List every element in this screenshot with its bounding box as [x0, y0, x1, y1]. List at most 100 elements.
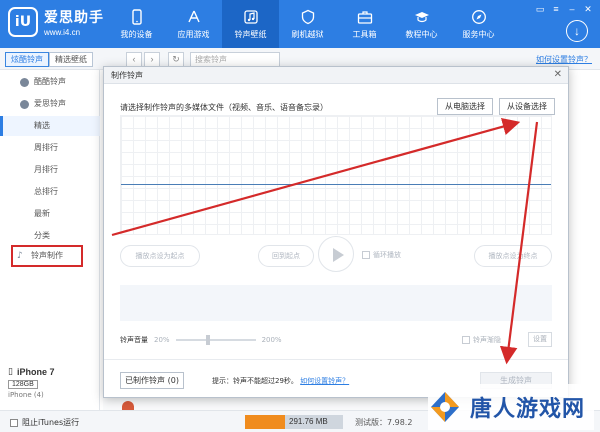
- clip-timeline[interactable]: [120, 285, 552, 321]
- nav-toolbox[interactable]: 工具箱: [336, 0, 393, 48]
- length-tip: 提示：铃声不能超过29秒。 如何设置铃声？: [212, 376, 349, 386]
- bell-icon: [20, 100, 29, 109]
- nav-label: 服务中心: [462, 29, 495, 39]
- sidebar-item-label: 月排行: [34, 165, 58, 174]
- sidebar-item-cool-ringtones[interactable]: 酷酷铃声: [0, 72, 100, 92]
- volume-slider[interactable]: [175, 335, 256, 345]
- compass-icon: [471, 9, 486, 24]
- nav-label: 应用游戏: [177, 29, 210, 39]
- sidebar-item-label: 总排行: [34, 187, 58, 196]
- sidebar-item-alltime[interactable]: 总排行: [0, 182, 100, 202]
- toolbox-icon: [357, 10, 372, 24]
- version-label: 测试版：7.98.2: [355, 418, 413, 427]
- howto-set-ringtone-link[interactable]: 如何设置铃声？: [536, 54, 592, 65]
- device-model: iPhone (4): [8, 391, 44, 399]
- device-panel[interactable]: ▯ iPhone 7 128GB iPhone (4): [8, 366, 100, 399]
- nav-label: 铃声壁纸: [234, 29, 267, 39]
- sidebar-item-ringtone-maker[interactable]: ♪ 铃声制作: [11, 245, 83, 267]
- refresh-icon[interactable]: ↻: [168, 52, 184, 67]
- volume-label: 铃声音量: [120, 336, 148, 344]
- tab-wallpapers[interactable]: 精选壁纸: [49, 52, 93, 67]
- sidebar-item-latest[interactable]: 最新: [0, 204, 100, 224]
- window-controls: ▭ ≡ – ✕: [534, 4, 594, 15]
- nav-service[interactable]: 服务中心: [450, 0, 507, 48]
- music-note-icon: ♪: [17, 251, 23, 261]
- storage-bar: 291.76 MB: [245, 415, 343, 429]
- watermark-logo-icon: [431, 392, 459, 422]
- volume-min: 20%: [154, 336, 170, 344]
- shield-icon: [301, 9, 314, 24]
- storage-free-label: 291.76 MB: [285, 415, 343, 429]
- volume-knob[interactable]: [205, 335, 210, 345]
- bell-icon: [20, 78, 29, 87]
- select-from-pc-button[interactable]: 从电脑选择: [437, 98, 493, 115]
- made-ringtones-button[interactable]: 已制作铃声 (0): [120, 372, 184, 389]
- loop-checkbox[interactable]: [362, 251, 370, 259]
- apps-icon: [187, 10, 200, 22]
- nav-label: 我的设备: [120, 29, 153, 39]
- howto-link[interactable]: 如何设置铃声？: [300, 377, 349, 385]
- logo-badge: iU: [8, 7, 38, 37]
- fade-settings-button[interactable]: 设置: [528, 332, 552, 347]
- loop-label: 循环播放: [373, 251, 401, 259]
- tip-text: 提示：铃声不能超过29秒。: [212, 377, 298, 385]
- volume-max: 200%: [261, 336, 282, 344]
- storage-used-fill: [245, 415, 285, 429]
- search-input[interactable]: 搜索铃声: [190, 52, 280, 67]
- menu-icon[interactable]: ≡: [550, 4, 562, 14]
- fade-toggle[interactable]: 铃声渐隐: [462, 335, 501, 345]
- sidebar-item-label: 酷酷铃声: [34, 77, 66, 86]
- download-icon[interactable]: ↓: [566, 20, 588, 42]
- block-itunes-toggle[interactable]: 阻止iTunes运行: [10, 417, 79, 428]
- nav-label: 刷机越狱: [291, 29, 324, 39]
- play-button[interactable]: [318, 236, 354, 272]
- set-start-button[interactable]: 播放点设为起点: [120, 245, 200, 267]
- device-capacity-badge: 128GB: [8, 380, 38, 389]
- sidebar-item-weekly[interactable]: 周排行: [0, 138, 100, 158]
- back-to-start-button[interactable]: 回到起点: [258, 245, 314, 267]
- watermark: 唐人游戏网: [428, 384, 594, 430]
- waveform-area[interactable]: [120, 115, 552, 235]
- main-nav: 我的设备 应用游戏 铃声壁纸 刷机越狱 工具箱 教程中心 服务中心: [108, 0, 507, 48]
- close-icon[interactable]: ✕: [582, 4, 594, 14]
- sidebar-item-featured[interactable]: 精选: [0, 116, 100, 136]
- make-ringtone-dialog: 制作铃声 ✕ 请选择制作铃声的多媒体文件（视频、音乐、语音备忘录） 从电脑选择 …: [103, 66, 569, 398]
- sidebar-item-i4-ringtones[interactable]: 爱思铃声: [0, 94, 100, 114]
- back-icon[interactable]: ‹: [126, 52, 142, 67]
- nav-my-device[interactable]: 我的设备: [108, 0, 165, 48]
- volume-control: 铃声音量 20% 200%: [120, 335, 282, 345]
- fade-checkbox[interactable]: [462, 336, 470, 344]
- sidebar-item-label: 周排行: [34, 143, 58, 152]
- dialog-title: 制作铃声: [104, 67, 568, 84]
- sidebar-item-label: 爱思铃声: [34, 99, 66, 108]
- nav-apps[interactable]: 应用游戏: [165, 0, 222, 48]
- tab-cool-ringtones[interactable]: 炫酷铃声: [5, 52, 49, 67]
- nav-flash-jailbreak[interactable]: 刷机越狱: [279, 0, 336, 48]
- set-end-button[interactable]: 播放点设为终点: [474, 245, 552, 267]
- phone-icon: [131, 8, 142, 25]
- waveform-baseline: [121, 184, 551, 185]
- app-logo: iU 爱思助手 www.i4.cn: [8, 7, 104, 37]
- sidebar-item-categories[interactable]: 分类: [0, 226, 100, 246]
- select-from-device-button[interactable]: 从设备选择: [499, 98, 555, 115]
- device-name-text: iPhone 7: [16, 366, 55, 377]
- skin-icon[interactable]: ▭: [534, 4, 546, 14]
- list-avatar: [122, 401, 134, 410]
- loop-toggle[interactable]: 循环播放: [362, 250, 401, 260]
- sidebar-item-label: 最新: [34, 209, 50, 218]
- forward-icon[interactable]: ›: [144, 52, 160, 67]
- nav-label: 教程中心: [405, 29, 438, 39]
- nav-label: 工具箱: [352, 29, 377, 39]
- app-url: www.i4.cn: [44, 28, 81, 37]
- nav-tutorials[interactable]: 教程中心: [393, 0, 450, 48]
- phone-small-icon: ▯: [8, 366, 13, 376]
- dialog-close-icon[interactable]: ✕: [554, 69, 562, 80]
- music-icon: [243, 9, 258, 24]
- nav-ringtones-wallpapers[interactable]: 铃声壁纸: [222, 0, 279, 48]
- fade-label: 铃声渐隐: [473, 336, 501, 344]
- sidebar-item-monthly[interactable]: 月排行: [0, 160, 100, 180]
- block-itunes-checkbox[interactable]: [10, 418, 18, 427]
- history-buttons: ‹ ›: [126, 52, 160, 67]
- refresh-group: ↻: [168, 52, 184, 67]
- minimize-icon[interactable]: –: [566, 4, 578, 14]
